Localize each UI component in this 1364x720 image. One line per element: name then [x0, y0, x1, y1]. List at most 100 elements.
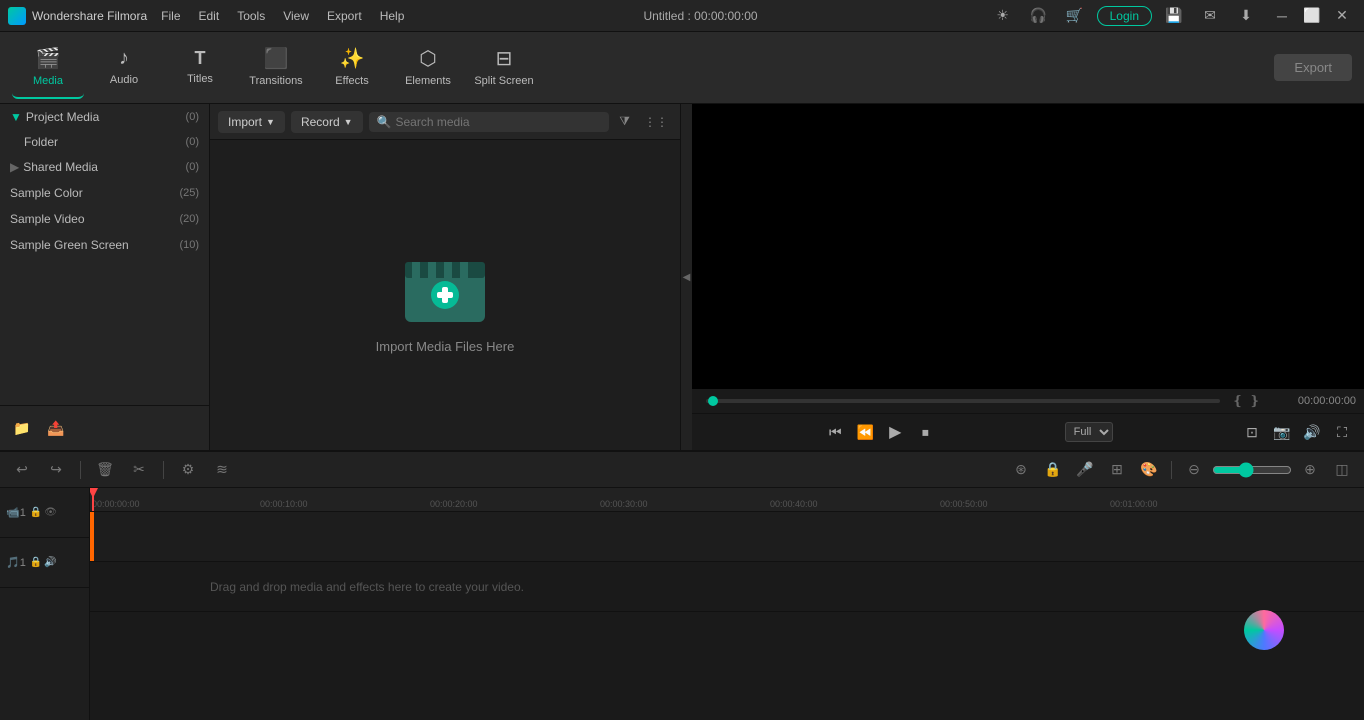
- color-correct-button[interactable]: 🎨: [1135, 456, 1163, 484]
- sidebar-sample-video-label: Sample Video: [10, 212, 85, 226]
- import-button-sidebar[interactable]: 📤: [42, 414, 70, 442]
- audio-lock-icon[interactable]: 🔒: [30, 557, 42, 568]
- mail-icon[interactable]: ✉: [1196, 2, 1224, 30]
- cart-icon[interactable]: 🛒: [1061, 2, 1089, 30]
- video-lock-icon[interactable]: 🔒: [30, 507, 42, 518]
- quality-select[interactable]: Full: [1065, 422, 1113, 442]
- fullscreen-icon[interactable]: ⛶: [1328, 418, 1356, 446]
- playback-controls: ⏮ ⏪ ▶ ⏹: [821, 418, 939, 446]
- menu-edit[interactable]: Edit: [191, 7, 228, 25]
- import-label: Import: [228, 115, 262, 129]
- tab-effects[interactable]: ✨ Effects: [316, 37, 388, 99]
- minimize-button[interactable]: ─: [1268, 2, 1296, 30]
- zoom-out-button[interactable]: ⊖: [1180, 456, 1208, 484]
- snap-button[interactable]: ⊛: [1007, 456, 1035, 484]
- search-box[interactable]: 🔍: [369, 112, 610, 132]
- close-button[interactable]: ✕: [1328, 2, 1356, 30]
- tab-split-screen[interactable]: ⊟ Split Screen: [468, 37, 540, 99]
- sidebar-folder-label: Folder: [24, 135, 58, 149]
- timeline-tracks[interactable]: Drag and drop media and effects here to …: [90, 512, 1364, 720]
- effects-icon: ✨: [340, 46, 365, 71]
- search-input[interactable]: [396, 115, 602, 129]
- fit-screen-icon[interactable]: ⊡: [1238, 418, 1266, 446]
- tab-titles-label: Titles: [187, 73, 213, 85]
- media-content-area[interactable]: Import Media Files Here: [210, 140, 680, 450]
- zoom-slider[interactable]: [1212, 462, 1292, 478]
- sidebar-sample-green-screen-label: Sample Green Screen: [10, 238, 129, 252]
- current-time-display: 00:00:00:00: [1266, 395, 1356, 407]
- import-media-icon[interactable]: [400, 237, 490, 327]
- sample-color-count: (25): [179, 187, 199, 199]
- preview-timeline-slider[interactable]: [706, 399, 1220, 403]
- sidebar-item-shared-media[interactable]: ▶ Shared Media (0): [0, 154, 209, 180]
- collapse-panel-button[interactable]: ◀: [680, 104, 692, 450]
- download-icon[interactable]: ⬇: [1232, 2, 1260, 30]
- video-track-controls: 🔒 👁: [30, 507, 57, 518]
- tab-transitions[interactable]: ⬛ Transitions: [240, 37, 312, 99]
- drag-drop-hint: Drag and drop media and effects here to …: [210, 580, 524, 594]
- mic-button[interactable]: 🎤: [1071, 456, 1099, 484]
- tab-media[interactable]: 🎬 Media: [12, 37, 84, 99]
- app-name: Wondershare Filmora: [32, 9, 147, 23]
- screenshot-icon[interactable]: 📷: [1268, 418, 1296, 446]
- delete-button[interactable]: 🗑: [91, 456, 119, 484]
- filter-icon[interactable]: ⧩: [615, 110, 634, 133]
- record-chevron-icon: ▼: [344, 117, 353, 127]
- tab-audio[interactable]: ♪ Audio: [88, 37, 160, 99]
- zoom-in-button[interactable]: ⊕: [1296, 456, 1324, 484]
- sidebar-item-sample-video[interactable]: Sample Video (20): [0, 206, 209, 232]
- sidebar-item-sample-color[interactable]: Sample Color (25): [0, 180, 209, 206]
- filmora-watermark: [1244, 610, 1284, 650]
- undo-button[interactable]: ↩: [8, 456, 36, 484]
- sidebar-item-project-media[interactable]: ▼ Project Media (0): [0, 104, 209, 130]
- menu-help[interactable]: Help: [372, 7, 413, 25]
- step-back-button[interactable]: ⏮: [821, 418, 849, 446]
- window-controls: ─ ⬜ ✕: [1268, 2, 1356, 30]
- split-screen-icon: ⊟: [496, 46, 513, 71]
- preview-controls: ⏮ ⏪ ▶ ⏹ Full ⊡ 📷 🔊 ⛶: [692, 413, 1364, 450]
- headphone-icon[interactable]: 🎧: [1025, 2, 1053, 30]
- menu-tools[interactable]: Tools: [229, 7, 273, 25]
- maximize-button[interactable]: ⬜: [1298, 2, 1326, 30]
- preview-screen: [692, 104, 1364, 389]
- cut-button[interactable]: ✂: [125, 456, 153, 484]
- settings-button[interactable]: ⚙: [174, 456, 202, 484]
- redo-button[interactable]: ↪: [42, 456, 70, 484]
- grid-view-icon[interactable]: ⋮⋮: [640, 111, 672, 133]
- caption-button[interactable]: ⊞: [1103, 456, 1131, 484]
- volume-icon[interactable]: 🔊: [1298, 418, 1326, 446]
- tab-elements[interactable]: ⬡ Elements: [392, 37, 464, 99]
- lock-button[interactable]: 🔒: [1039, 456, 1067, 484]
- export-button[interactable]: Export: [1274, 54, 1352, 81]
- import-media-placeholder-text: Import Media Files Here: [376, 339, 515, 354]
- sun-icon[interactable]: ☀: [989, 2, 1017, 30]
- sidebar-item-sample-green-screen[interactable]: Sample Green Screen (10): [0, 232, 209, 258]
- video-eye-icon[interactable]: 👁: [44, 507, 57, 518]
- menu-view[interactable]: View: [275, 7, 317, 25]
- record-label: Record: [301, 115, 340, 129]
- waveform-button[interactable]: ≋: [208, 456, 236, 484]
- frame-back-button[interactable]: ⏪: [851, 418, 879, 446]
- stop-button[interactable]: ⏹: [911, 418, 939, 446]
- app-logo-icon: [8, 7, 26, 25]
- audio-mute-icon[interactable]: 🔊: [44, 557, 56, 568]
- toolbar-separator: [80, 461, 81, 479]
- record-media-button[interactable]: Record ▼: [291, 111, 363, 133]
- tab-effects-label: Effects: [335, 75, 368, 87]
- ruler-mark-4: 00:00:40:00: [770, 499, 818, 509]
- sidebar-item-folder[interactable]: Folder (0): [0, 130, 209, 154]
- chevron-down-icon: ▼: [10, 110, 22, 124]
- login-button[interactable]: Login: [1097, 6, 1152, 26]
- sample-video-count: (20): [179, 213, 199, 225]
- tab-titles[interactable]: T Titles: [164, 37, 236, 99]
- import-media-button[interactable]: Import ▼: [218, 111, 285, 133]
- add-folder-button[interactable]: 📁: [8, 414, 36, 442]
- video-track-row: [90, 512, 1364, 562]
- playhead-thumb[interactable]: [708, 396, 718, 406]
- menu-file[interactable]: File: [153, 7, 188, 25]
- menu-export[interactable]: Export: [319, 7, 370, 25]
- play-button[interactable]: ▶: [881, 418, 909, 446]
- save-icon[interactable]: 💾: [1160, 2, 1188, 30]
- timeline-area: ↩ ↪ 🗑 ✂ ⚙ ≋ ⊛ 🔒 🎤 ⊞ 🎨 ⊖ ⊕ ◫ 📹1 🔒: [0, 450, 1364, 720]
- fit-timeline-button[interactable]: ◫: [1328, 456, 1356, 484]
